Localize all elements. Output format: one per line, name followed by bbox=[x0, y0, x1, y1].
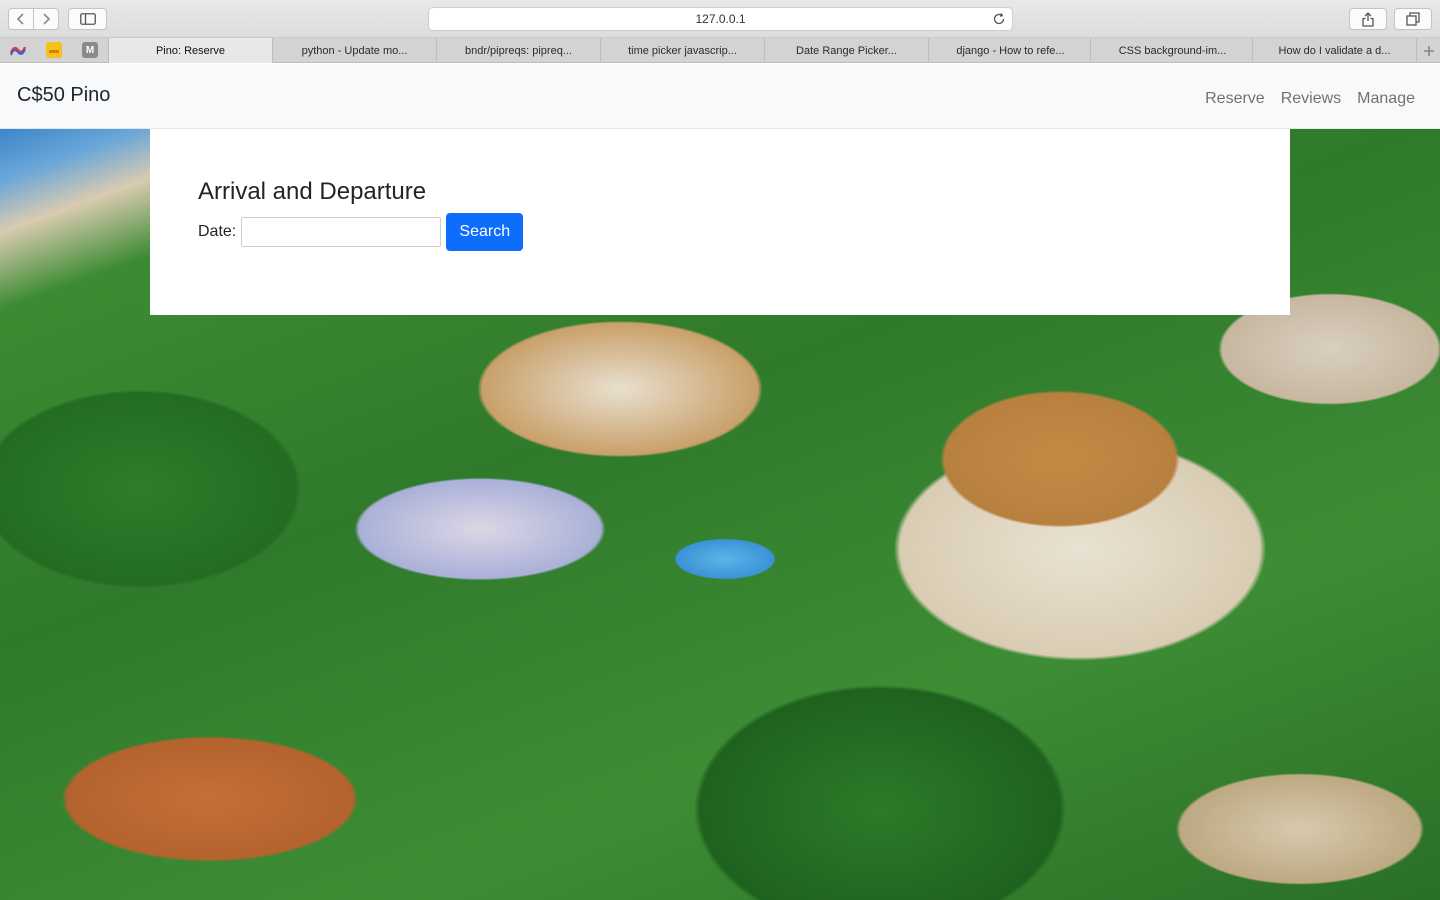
back-button[interactable] bbox=[9, 9, 33, 29]
site-brand[interactable]: C$50 Pino bbox=[17, 84, 110, 107]
browser-tab[interactable]: time picker javascrip... bbox=[600, 38, 764, 63]
plus-icon bbox=[1423, 45, 1434, 56]
web-page: C$50 Pino Reserve Reviews Manage Arrival… bbox=[0, 64, 1440, 900]
search-button[interactable]: Search bbox=[446, 213, 524, 251]
date-search-form: Date: Search bbox=[198, 213, 524, 251]
show-tabs-button[interactable] bbox=[1394, 8, 1432, 30]
nav-link-reviews[interactable]: Reviews bbox=[1281, 90, 1341, 108]
tabs-overview-icon bbox=[1406, 12, 1420, 26]
address-bar[interactable]: 127.0.0.1 bbox=[428, 7, 1013, 31]
share-button[interactable] bbox=[1349, 8, 1387, 30]
sidebar-toggle-button[interactable] bbox=[68, 8, 107, 30]
date-range-input[interactable] bbox=[241, 217, 442, 247]
history-nav-group bbox=[8, 8, 59, 30]
browser-tab[interactable]: Pino: Reserve bbox=[108, 38, 272, 63]
forward-button[interactable] bbox=[34, 9, 58, 29]
tab-bar: M Pino: Reserve python - Update mo... bn… bbox=[0, 38, 1440, 63]
browser-tab[interactable]: Date Range Picker... bbox=[764, 38, 928, 63]
date-label: Date: bbox=[198, 223, 237, 240]
url-text: 127.0.0.1 bbox=[695, 12, 746, 26]
reserve-card: Arrival and Departure Date: Search bbox=[150, 129, 1290, 315]
m-favicon-icon[interactable]: M bbox=[82, 42, 98, 58]
share-icon bbox=[1362, 11, 1374, 27]
nav-link-reserve[interactable]: Reserve bbox=[1205, 90, 1265, 108]
page-title: Arrival and Departure bbox=[198, 178, 427, 205]
site-navbar: C$50 Pino Reserve Reviews Manage bbox=[0, 64, 1440, 129]
reload-icon[interactable] bbox=[992, 12, 1006, 26]
yellow-bookmark-favicon-icon[interactable] bbox=[46, 42, 62, 58]
browser-tab[interactable]: django - How to refe... bbox=[928, 38, 1092, 63]
sidebar-icon bbox=[79, 13, 96, 25]
browser-tab[interactable]: python - Update mo... bbox=[272, 38, 436, 63]
browser-tab[interactable]: CSS background-im... bbox=[1090, 38, 1254, 63]
browser-tab[interactable]: How do I validate a d... bbox=[1252, 38, 1416, 63]
rainbow-favicon-icon[interactable] bbox=[10, 42, 26, 58]
browser-toolbar: 127.0.0.1 bbox=[0, 0, 1440, 38]
nav-links: Reserve Reviews Manage bbox=[1205, 90, 1415, 108]
chevron-left-icon bbox=[16, 13, 24, 25]
browser-tab[interactable]: bndr/pipreqs: pipreq... bbox=[436, 38, 600, 63]
new-tab-button[interactable] bbox=[1416, 38, 1440, 63]
nav-link-manage[interactable]: Manage bbox=[1357, 90, 1415, 108]
chevron-right-icon bbox=[43, 13, 51, 25]
